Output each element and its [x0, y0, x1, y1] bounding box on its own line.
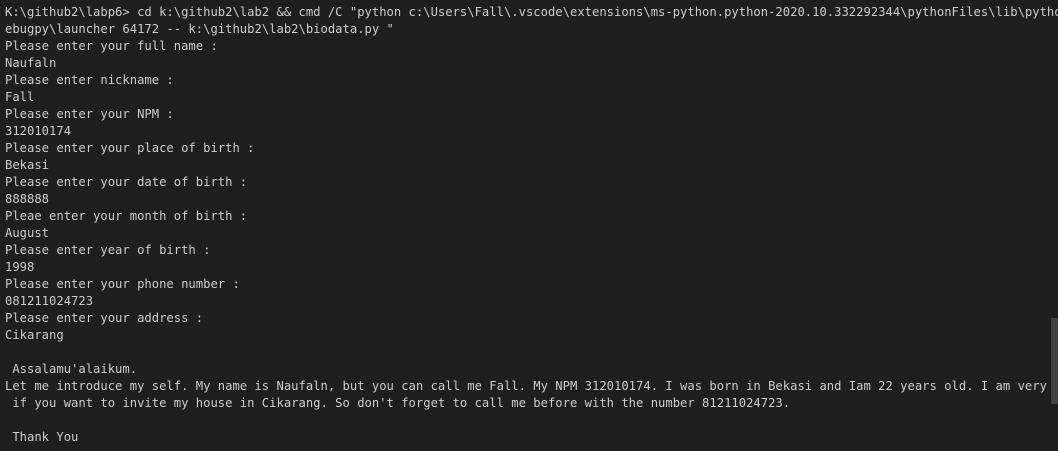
- prompt-address: Please enter your address :: [5, 311, 204, 325]
- input-phone-number: 081211024723: [5, 294, 94, 308]
- prompt-phone-number: Please enter your phone number :: [5, 277, 240, 291]
- input-year-of-birth: 1998: [5, 260, 35, 274]
- command-line: K:\github2\labp6> cd k:\github2\lab2 && …: [5, 5, 1058, 19]
- output-introduction: Let me introduce my self. My name is Nau…: [5, 379, 1058, 393]
- terminal-panel[interactable]: K:\github2\labp6> cd k:\github2\lab2 && …: [0, 0, 1058, 451]
- input-place-of-birth: Bekasi: [5, 158, 50, 172]
- output-greeting: Assalamu'alaikum.: [5, 362, 138, 376]
- prompt-place-of-birth: Please enter your place of birth :: [5, 141, 255, 155]
- input-date-of-birth: 888888: [5, 192, 50, 206]
- input-address: Cikarang: [5, 328, 64, 342]
- output-thank-you: Thank You: [5, 430, 79, 444]
- prompt-npm: Please enter your NPM :: [5, 107, 174, 121]
- output-introduction-continued: if you want to invite my house in Cikara…: [5, 396, 791, 410]
- input-npm: 312010174: [5, 124, 72, 138]
- input-full-name: Naufaln: [5, 56, 57, 70]
- scrollbar-thumb[interactable]: [1051, 318, 1058, 404]
- prompt-month-of-birth: Pleae enter your month of birth :: [5, 209, 248, 223]
- prompt-nickname: Please enter nickname :: [5, 73, 174, 87]
- prompt-date-of-birth: Please enter your date of birth :: [5, 175, 248, 189]
- input-month-of-birth: August: [5, 226, 50, 240]
- prompt-year-of-birth: Please enter year of birth :: [5, 243, 211, 257]
- vertical-scrollbar[interactable]: [1050, 0, 1058, 451]
- command-line-continued: ebugpy\launcher 64172 -- k:\github2\lab2…: [5, 22, 394, 36]
- input-nickname: Fall: [5, 90, 35, 104]
- prompt-full-name: Please enter your full name :: [5, 39, 218, 53]
